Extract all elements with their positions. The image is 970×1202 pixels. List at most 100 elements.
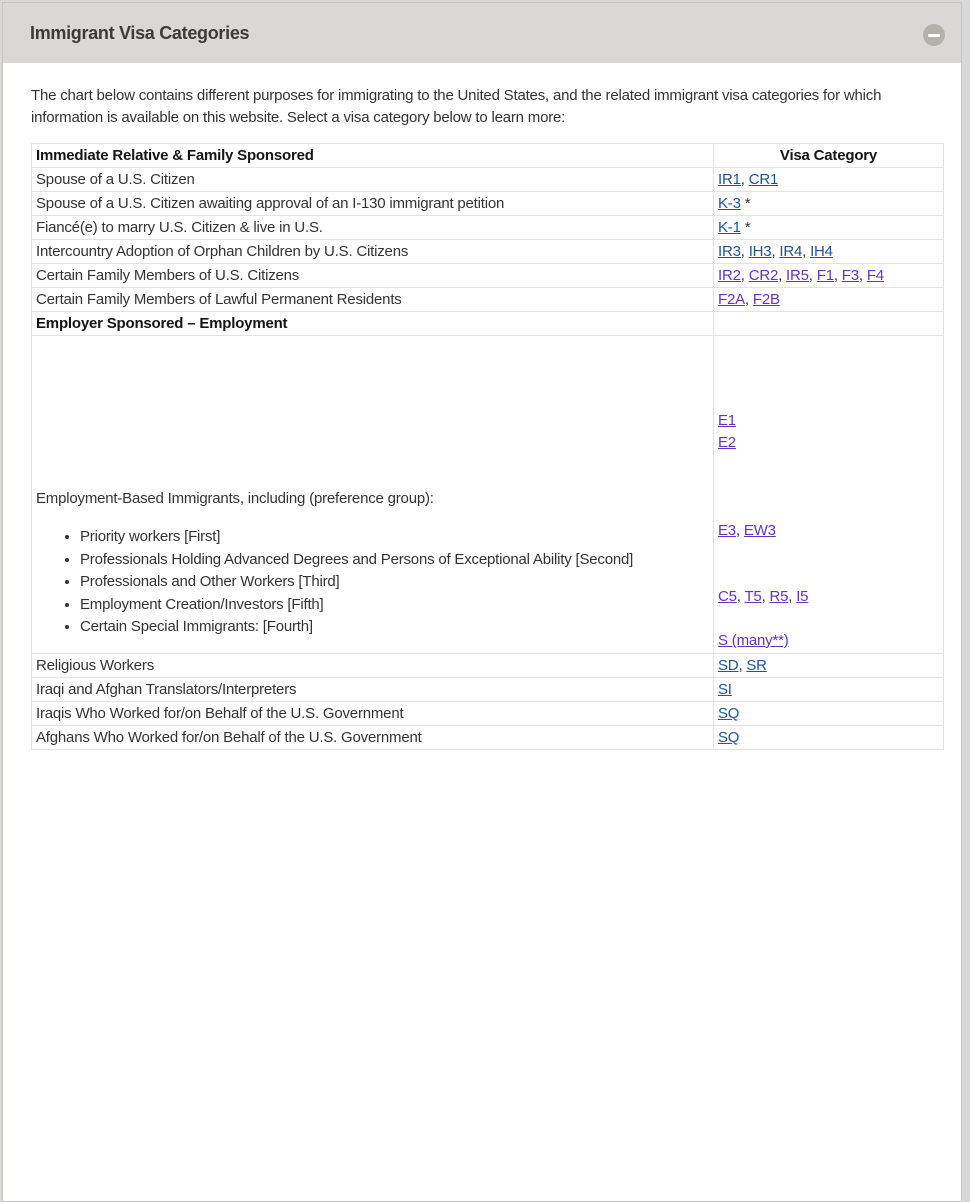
visa-link-f2a[interactable]: F2A bbox=[718, 291, 745, 308]
visa-category-cell: SQ bbox=[714, 726, 944, 750]
table-row: Employment-Based Immigrants, including (… bbox=[32, 336, 944, 654]
employment-based-cell: Employment-Based Immigrants, including (… bbox=[32, 336, 714, 654]
visa-link-ih3[interactable]: IH3 bbox=[749, 243, 772, 260]
visa-link-i5[interactable]: I5 bbox=[796, 588, 808, 605]
purpose-cell: Certain Family Members of U.S. Citizens bbox=[32, 264, 714, 288]
visa-link-sd[interactable]: SD bbox=[718, 657, 738, 674]
preference-group-list: Priority workers [First]Professionals Ho… bbox=[36, 526, 709, 639]
column-header-visa-category: Visa Category bbox=[714, 144, 944, 168]
visa-category-line: E2 bbox=[718, 432, 939, 454]
table-row: Iraqi and Afghan Translators/Interpreter… bbox=[32, 678, 944, 702]
visa-category-cell: IR3, IH3, IR4, IH4 bbox=[714, 240, 944, 264]
bullet-item: Professionals Holding Advanced Degrees a… bbox=[80, 549, 709, 572]
table-row: Spouse of a U.S. Citizen awaiting approv… bbox=[32, 192, 944, 216]
table-header-row: Immediate Relative & Family Sponsored Vi… bbox=[32, 144, 944, 168]
spacer-line bbox=[718, 344, 939, 366]
bullet-item: Professionals and Other Workers [Third] bbox=[80, 571, 709, 594]
bullet-item: Certain Special Immigrants: [Fourth] bbox=[80, 616, 709, 639]
employment-based-intro: Employment-Based Immigrants, including (… bbox=[36, 488, 709, 510]
visa-link-cr1[interactable]: CR1 bbox=[749, 171, 778, 188]
visa-link-ew3[interactable]: EW3 bbox=[744, 522, 776, 539]
spacer-line bbox=[718, 608, 939, 630]
visa-link-f4[interactable]: F4 bbox=[867, 267, 884, 284]
visa-link-t5[interactable]: T5 bbox=[744, 588, 761, 605]
visa-categories-table: Immediate Relative & Family Sponsored Vi… bbox=[31, 143, 944, 750]
visa-link-f1[interactable]: F1 bbox=[817, 267, 834, 284]
visa-link-f3[interactable]: F3 bbox=[842, 267, 859, 284]
section-header-cell: Employer Sponsored – Employment bbox=[32, 312, 714, 336]
bullet-item: Employment Creation/Investors [Fifth] bbox=[80, 594, 709, 617]
immigrant-visa-accordion-panel: Immigrant Visa Categories The chart belo… bbox=[2, 2, 962, 1202]
visa-category-line: C5, T5, R5, I5 bbox=[718, 586, 939, 608]
panel-body: The chart below contains different purpo… bbox=[3, 85, 961, 810]
spacer-line bbox=[718, 388, 939, 410]
visa-category-cell: K-3 * bbox=[714, 192, 944, 216]
table-row: Intercountry Adoption of Orphan Children… bbox=[32, 240, 944, 264]
table-row: Spouse of a U.S. CitizenIR1, CR1 bbox=[32, 168, 944, 192]
visa-category-line: E1 bbox=[718, 410, 939, 432]
table-row: Certain Family Members of Lawful Permane… bbox=[32, 288, 944, 312]
purpose-cell: Spouse of a U.S. Citizen awaiting approv… bbox=[32, 192, 714, 216]
purpose-cell: Fiancé(e) to marry U.S. Citizen & live i… bbox=[32, 216, 714, 240]
asterisk-note: * bbox=[741, 219, 751, 236]
spacer-line bbox=[718, 366, 939, 388]
visa-link-ir2[interactable]: IR2 bbox=[718, 267, 741, 284]
employment-visa-category-cell: E1 E2 E3, EW3 C5, T5, R5, I5 S (many**) bbox=[714, 336, 944, 654]
visa-link-sr[interactable]: SR bbox=[746, 657, 766, 674]
visa-category-line: E3, EW3 bbox=[718, 520, 939, 542]
visa-link-ih4[interactable]: IH4 bbox=[810, 243, 833, 260]
visa-category-cell bbox=[714, 312, 944, 336]
visa-link-ir3[interactable]: IR3 bbox=[718, 243, 741, 260]
purpose-cell: Iraqis Who Worked for/on Behalf of the U… bbox=[32, 702, 714, 726]
spacer-line bbox=[718, 564, 939, 586]
purpose-cell: Intercountry Adoption of Orphan Children… bbox=[32, 240, 714, 264]
visa-link-k3[interactable]: K-3 bbox=[718, 195, 741, 212]
visa-link-k1[interactable]: K-1 bbox=[718, 219, 741, 236]
visa-category-cell: SI bbox=[714, 678, 944, 702]
table-row: Fiancé(e) to marry U.S. Citizen & live i… bbox=[32, 216, 944, 240]
panel-title: Immigrant Visa Categories bbox=[30, 23, 249, 44]
visa-category-cell: IR1, CR1 bbox=[714, 168, 944, 192]
purpose-cell: Afghans Who Worked for/on Behalf of the … bbox=[32, 726, 714, 750]
visa-category-cell: SQ bbox=[714, 702, 944, 726]
visa-category-cell: SD, SR bbox=[714, 654, 944, 678]
visa-link-smany[interactable]: S (many**) bbox=[718, 632, 789, 649]
column-header-purpose: Immediate Relative & Family Sponsored bbox=[32, 144, 714, 168]
bullet-item: Priority workers [First] bbox=[80, 526, 709, 549]
visa-category-cell: IR2, CR2, IR5, F1, F3, F4 bbox=[714, 264, 944, 288]
purpose-cell: Iraqi and Afghan Translators/Interpreter… bbox=[32, 678, 714, 702]
purpose-cell: Religious Workers bbox=[32, 654, 714, 678]
spacer-line bbox=[718, 454, 939, 476]
purpose-cell: Spouse of a U.S. Citizen bbox=[32, 168, 714, 192]
table-row: Certain Family Members of U.S. CitizensI… bbox=[32, 264, 944, 288]
visa-link-ir1[interactable]: IR1 bbox=[718, 171, 741, 188]
visa-link-f2b[interactable]: F2B bbox=[753, 291, 780, 308]
visa-link-c5[interactable]: C5 bbox=[718, 588, 737, 605]
visa-category-line: S (many**) bbox=[718, 630, 939, 652]
visa-link-e1[interactable]: E1 bbox=[718, 412, 736, 429]
visa-link-sq[interactable]: SQ bbox=[718, 729, 739, 746]
table-row: Iraqis Who Worked for/on Behalf of the U… bbox=[32, 702, 944, 726]
purpose-cell: Certain Family Members of Lawful Permane… bbox=[32, 288, 714, 312]
collapse-button[interactable] bbox=[923, 24, 945, 46]
visa-link-e2[interactable]: E2 bbox=[718, 434, 736, 451]
visa-link-cr2[interactable]: CR2 bbox=[749, 267, 778, 284]
intro-text: The chart below contains different purpo… bbox=[31, 85, 913, 128]
minus-circle-icon bbox=[928, 34, 940, 37]
visa-link-sq[interactable]: SQ bbox=[718, 705, 739, 722]
visa-link-r5[interactable]: R5 bbox=[770, 588, 789, 605]
spacer-line bbox=[718, 542, 939, 564]
visa-link-ir5[interactable]: IR5 bbox=[786, 267, 809, 284]
asterisk-note: * bbox=[741, 195, 751, 212]
visa-link-ir4[interactable]: IR4 bbox=[779, 243, 802, 260]
spacer-line bbox=[718, 498, 939, 520]
table-row: Religious WorkersSD, SR bbox=[32, 654, 944, 678]
visa-link-e3[interactable]: E3 bbox=[718, 522, 736, 539]
accordion-header[interactable]: Immigrant Visa Categories bbox=[3, 3, 961, 63]
table-body: Spouse of a U.S. CitizenIR1, CR1Spouse o… bbox=[32, 168, 944, 750]
spacer-line bbox=[718, 476, 939, 498]
table-row: Afghans Who Worked for/on Behalf of the … bbox=[32, 726, 944, 750]
visa-link-si[interactable]: SI bbox=[718, 681, 732, 698]
visa-category-cell: F2A, F2B bbox=[714, 288, 944, 312]
visa-category-cell: K-1 * bbox=[714, 216, 944, 240]
